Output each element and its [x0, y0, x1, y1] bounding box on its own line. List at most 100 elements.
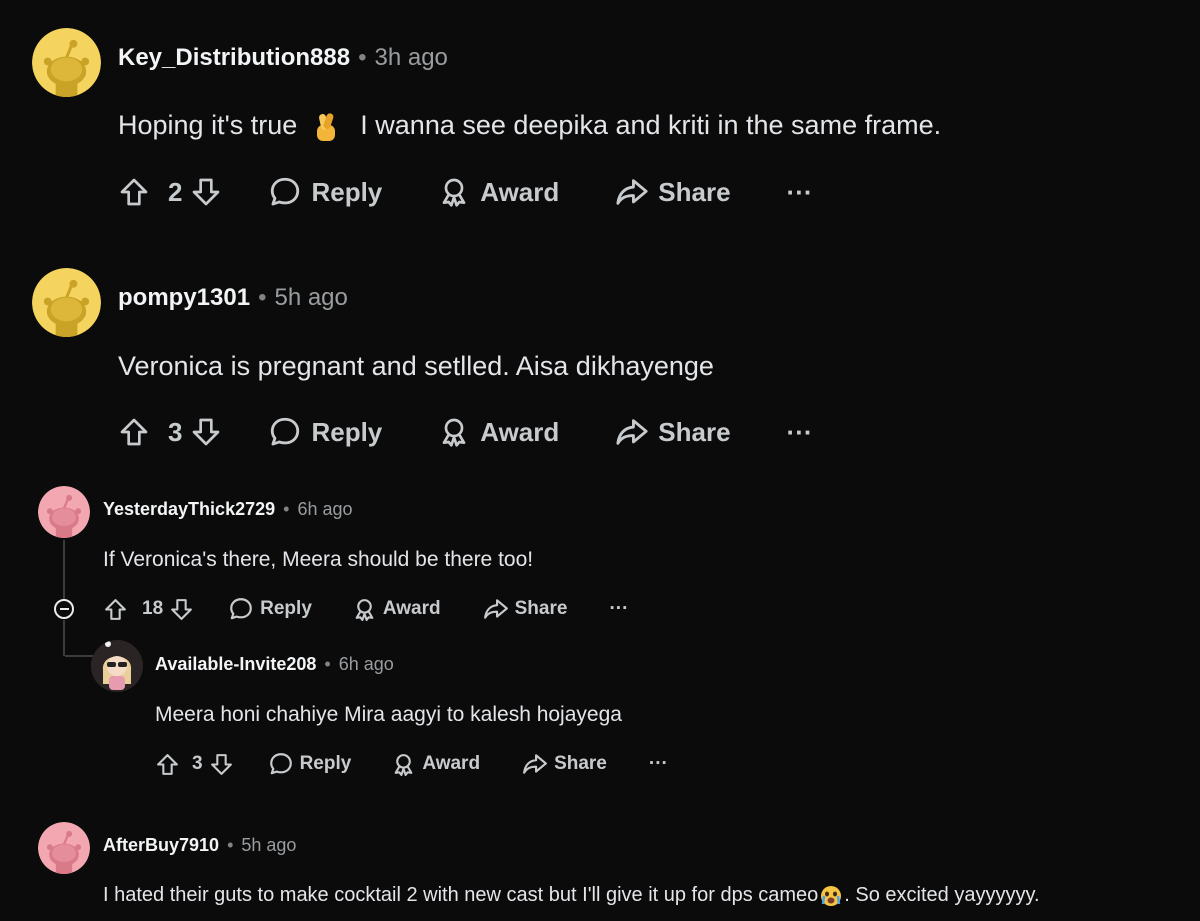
- comment-actions: 3 Reply Award Share ···: [155, 749, 668, 779]
- downvote-button[interactable]: [190, 176, 222, 208]
- comment-text: Hoping it's true: [118, 110, 298, 140]
- share-button[interactable]: Share: [615, 415, 731, 449]
- downvote-icon: [190, 416, 222, 448]
- timestamp[interactable]: 5h ago: [241, 835, 296, 856]
- snoo-avatar-icon: [32, 268, 101, 337]
- more-options-button[interactable]: ···: [787, 417, 813, 448]
- avatar[interactable]: [32, 268, 101, 337]
- share-label: Share: [658, 416, 731, 447]
- share-icon: [522, 751, 548, 777]
- timestamp[interactable]: 5h ago: [274, 284, 347, 312]
- thread-connector: [65, 655, 93, 657]
- award-label: Award: [382, 598, 441, 619]
- upvote-icon: [155, 752, 180, 777]
- more-options-button[interactable]: ···: [609, 598, 628, 620]
- award-icon: [438, 416, 470, 448]
- comment-actions: 18 Reply Award Share ···: [103, 594, 628, 624]
- collapse-thread-button[interactable]: [54, 599, 74, 619]
- username[interactable]: pompy1301: [118, 284, 250, 312]
- avatar[interactable]: [38, 822, 90, 874]
- downvote-button[interactable]: [209, 752, 234, 777]
- award-button[interactable]: Award: [438, 416, 559, 448]
- downvote-icon: [209, 752, 234, 777]
- upvote-button[interactable]: [103, 597, 128, 622]
- separator-dot: •: [227, 834, 234, 855]
- more-icon: ···: [609, 598, 629, 619]
- share-icon: [615, 415, 649, 449]
- award-icon: [438, 176, 470, 208]
- reply-label: Reply: [311, 176, 383, 207]
- award-label: Award: [480, 416, 560, 447]
- comment-actions: 2 Reply Award Share ···: [118, 172, 813, 212]
- comment-header: Key_Distribution888 • 3h ago: [118, 42, 448, 74]
- crossed-fingers-emoji: [316, 113, 335, 141]
- custom-avatar-icon: [91, 640, 143, 692]
- separator-dot: •: [283, 498, 290, 519]
- vote-count: 2: [168, 176, 183, 207]
- username[interactable]: YesterdayThick2729: [103, 499, 275, 520]
- reply-icon: [268, 415, 302, 449]
- downvote-icon: [190, 176, 222, 208]
- upvote-button[interactable]: [155, 752, 180, 777]
- share-button[interactable]: Share: [615, 175, 731, 209]
- comment-body: If Veronica's there, Meera should be the…: [103, 548, 534, 571]
- timestamp[interactable]: 6h ago: [339, 654, 394, 675]
- reply-icon: [268, 751, 294, 777]
- reply-button[interactable]: Reply: [268, 175, 382, 209]
- share-icon: [483, 596, 509, 622]
- upvote-icon: [118, 176, 150, 208]
- thread-line[interactable]: [63, 540, 65, 606]
- reply-button[interactable]: Reply: [228, 596, 312, 622]
- award-button[interactable]: Award: [438, 176, 559, 208]
- snoo-avatar-icon: [38, 822, 90, 874]
- avatar[interactable]: [32, 28, 101, 97]
- vote-count: 18: [142, 598, 164, 619]
- avatar[interactable]: [91, 640, 143, 692]
- upvote-button[interactable]: [118, 176, 150, 208]
- share-button[interactable]: Share: [522, 751, 607, 777]
- vote-count: 3: [168, 416, 183, 447]
- upvote-icon: [103, 597, 128, 622]
- reply-label: Reply: [260, 598, 312, 619]
- avatar[interactable]: [38, 486, 90, 538]
- share-button[interactable]: Share: [483, 596, 568, 622]
- reply-icon: [268, 175, 302, 209]
- comment-header: Available-Invite208 • 6h ago: [155, 652, 394, 676]
- timestamp[interactable]: 3h ago: [374, 44, 447, 72]
- reply-button[interactable]: Reply: [268, 415, 382, 449]
- reply-icon: [228, 596, 254, 622]
- thread-line[interactable]: [63, 620, 65, 656]
- share-label: Share: [514, 598, 568, 619]
- comment-header: YesterdayThick2729 • 6h ago: [103, 497, 353, 521]
- comment-header: AfterBuy7910 • 5h ago: [103, 833, 296, 857]
- award-label: Award: [480, 176, 560, 207]
- comment-text: I hated their guts to make cocktail 2 wi…: [103, 884, 819, 906]
- timestamp[interactable]: 6h ago: [297, 499, 352, 520]
- upvote-icon: [118, 416, 150, 448]
- separator-dot: •: [324, 653, 331, 674]
- comment-header: pompy1301 • 5h ago: [118, 282, 348, 314]
- username[interactable]: Available-Invite208: [155, 654, 316, 675]
- separator-dot: •: [358, 44, 367, 71]
- downvote-button[interactable]: [169, 597, 194, 622]
- comment-body: Hoping it's true I wanna see deepika and…: [118, 110, 941, 143]
- snoo-avatar-icon: [38, 486, 90, 538]
- share-label: Share: [658, 176, 731, 207]
- username[interactable]: Key_Distribution888: [118, 44, 350, 72]
- crying-face-emoji: [821, 885, 842, 906]
- reply-label: Reply: [299, 753, 352, 774]
- more-icon: ···: [648, 753, 668, 774]
- award-button[interactable]: Award: [352, 597, 441, 622]
- comment-text-continued: I wanna see deepika and kriti in the sam…: [360, 110, 942, 140]
- award-icon: [391, 752, 416, 777]
- more-options-button[interactable]: ···: [649, 753, 668, 775]
- more-options-button[interactable]: ···: [787, 177, 813, 208]
- username[interactable]: AfterBuy7910: [103, 835, 219, 856]
- upvote-button[interactable]: [118, 416, 150, 448]
- reply-button[interactable]: Reply: [268, 751, 352, 777]
- vote-count: 3: [192, 753, 203, 774]
- downvote-icon: [169, 597, 194, 622]
- downvote-button[interactable]: [190, 416, 222, 448]
- award-button[interactable]: Award: [391, 752, 480, 777]
- share-icon: [615, 175, 649, 209]
